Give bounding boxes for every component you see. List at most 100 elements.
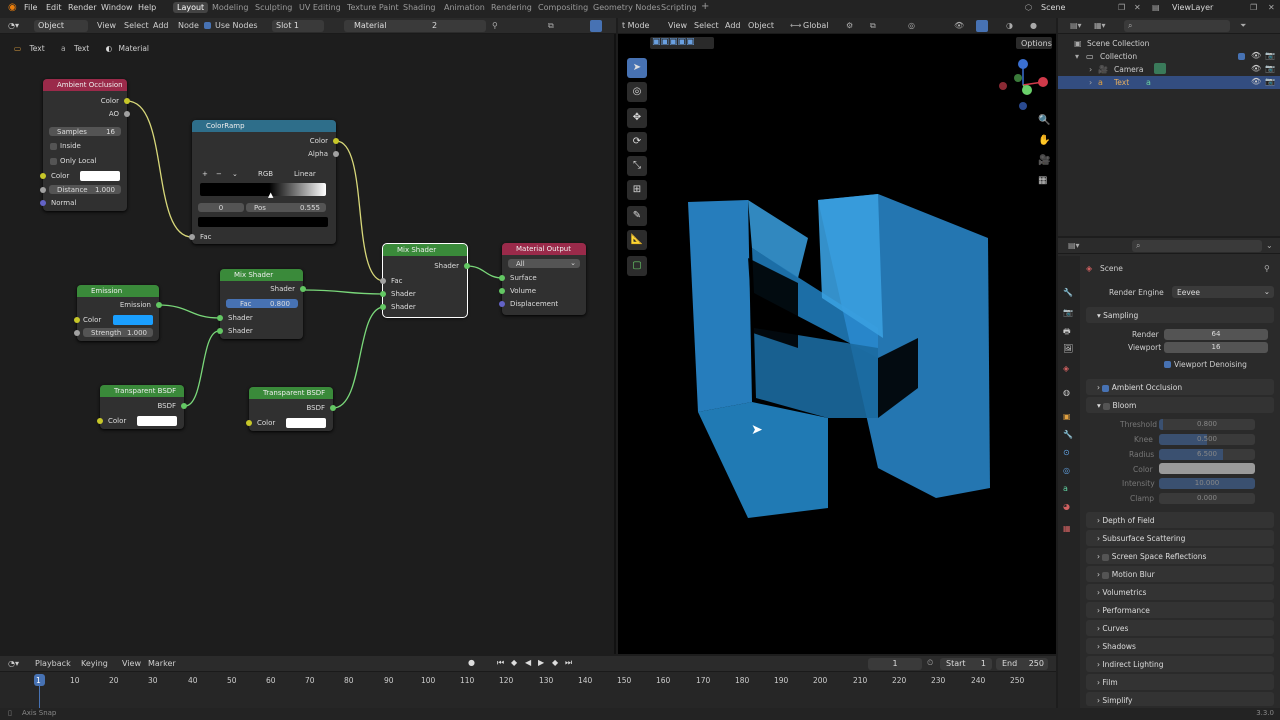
modifier-tab-icon[interactable]: 🔧 xyxy=(1063,430,1073,439)
viewport-samples-field[interactable]: 16 xyxy=(1164,342,1268,353)
panel-subsurface-scattering[interactable]: › Subsurface Scattering xyxy=(1086,530,1274,546)
display-mode-icon[interactable]: ▦▾ xyxy=(1094,21,1106,30)
panel-volumetrics[interactable]: › Volumetrics xyxy=(1086,584,1274,600)
start-frame-field[interactable]: Start 1 xyxy=(940,658,992,670)
data-tab-icon[interactable]: a xyxy=(1063,484,1068,493)
panel-curves[interactable]: › Curves xyxy=(1086,620,1274,636)
timeline-view-menu[interactable]: View xyxy=(122,659,141,668)
knee-field[interactable]: 0.500 xyxy=(1159,434,1255,445)
outliner-item-text[interactable]: Text xyxy=(1114,78,1129,87)
expand-text-icon[interactable]: › xyxy=(1089,78,1092,87)
pin-icon[interactable]: ⚲ xyxy=(1264,264,1270,273)
panel-performance[interactable]: › Performance xyxy=(1086,602,1274,618)
panel-depth-of-field[interactable]: › Depth of Field xyxy=(1086,512,1274,528)
current-frame-field[interactable]: 1 xyxy=(868,658,922,670)
scene-tab-icon[interactable]: ◈ xyxy=(1063,364,1069,373)
delete-view-layer-icon[interactable]: ✕ xyxy=(1268,3,1275,12)
camera-view-icon[interactable]: 🎥 xyxy=(1038,155,1050,169)
color-swatch[interactable] xyxy=(286,418,326,428)
input-shader2-socket[interactable] xyxy=(380,304,386,310)
inside-checkbox[interactable] xyxy=(50,143,57,150)
expand-collection-icon[interactable]: ▾ xyxy=(1075,52,1079,61)
panel-simplify[interactable]: › Simplify xyxy=(1086,692,1274,706)
select-tool-icon[interactable]: ➤ xyxy=(627,58,647,78)
measure-tool-icon[interactable]: 📐 xyxy=(627,230,647,250)
collection-exclude-checkbox[interactable] xyxy=(1238,53,1245,60)
cursor-tool-icon[interactable]: ◎ xyxy=(627,82,647,102)
panel-motion-blur[interactable]: › Motion Blur xyxy=(1086,566,1274,582)
tool-tab-icon[interactable]: 🔧 xyxy=(1063,288,1073,297)
view-layer-name[interactable]: ViewLayer xyxy=(1172,3,1213,12)
ssr-checkbox[interactable] xyxy=(1102,553,1110,561)
output-tab-icon[interactable]: 🖶 xyxy=(1063,326,1071,340)
input-fac-socket[interactable] xyxy=(380,278,386,284)
output-bsdf-socket[interactable] xyxy=(330,405,336,411)
navigation-gizmo[interactable] xyxy=(996,58,1050,112)
menu-object[interactable]: Object xyxy=(748,21,774,30)
text-visibility-icon[interactable]: 👁 xyxy=(1251,77,1261,86)
overlays-icon[interactable]: ◑ xyxy=(1006,21,1013,30)
distance-field[interactable]: Distance 1.000 xyxy=(49,185,121,194)
panel-ambient-occlusion[interactable]: › Ambient Occlusion xyxy=(1086,379,1274,395)
outliner-search-input[interactable]: ⌕ xyxy=(1124,20,1230,32)
properties-editor-icon[interactable]: ▤▾ xyxy=(1068,241,1080,250)
output-bsdf-socket[interactable] xyxy=(181,403,187,409)
input-strength-socket[interactable] xyxy=(74,330,80,336)
3d-viewport[interactable]: t Mode View Select Add Object ⟷ Global ⚙… xyxy=(618,18,1056,654)
world-tab-icon[interactable]: ◍ xyxy=(1063,388,1070,397)
output-alpha-socket[interactable] xyxy=(333,151,339,157)
particles-tab-icon[interactable]: ⊙ xyxy=(1063,448,1070,457)
input-volume-socket[interactable] xyxy=(499,288,505,294)
add-workspace-icon[interactable]: + xyxy=(701,1,709,12)
output-shader-socket[interactable] xyxy=(464,263,470,269)
render-engine-dropdown[interactable]: Eevee ⌄ xyxy=(1172,286,1274,298)
bloom-color-swatch[interactable] xyxy=(1159,463,1255,474)
color-ramp-gradient[interactable] xyxy=(200,183,326,196)
object-tab-icon[interactable]: ▣ xyxy=(1063,412,1071,421)
interpolation-dropdown[interactable]: Linear xyxy=(294,170,316,178)
input-displacement-socket[interactable] xyxy=(499,301,505,307)
render-samples-field[interactable]: 64 xyxy=(1164,329,1268,340)
shading-icon[interactable]: ● xyxy=(1030,21,1037,30)
output-color-socket[interactable] xyxy=(333,138,339,144)
render-tab-icon[interactable]: 📷 xyxy=(1063,308,1073,317)
output-emission-socket[interactable] xyxy=(156,302,162,308)
color-mode-dropdown[interactable]: RGB xyxy=(258,170,273,178)
node-colorramp[interactable]: ColorRamp Color Alpha + − ⌄ RGB Linear ▲… xyxy=(189,120,339,244)
scene-name[interactable]: Scene xyxy=(1041,3,1065,12)
node-transparent-bsdf-1[interactable]: Transparent BSDF BSDF Color xyxy=(97,385,187,429)
panel-screen-space-reflections[interactable]: › Screen Space Reflections xyxy=(1086,548,1274,564)
collection-visibility-icon[interactable]: 👁 xyxy=(1251,51,1261,60)
input-normal-socket[interactable] xyxy=(40,200,46,206)
threshold-field[interactable]: 0.800 xyxy=(1159,419,1255,430)
stop-index-field[interactable]: 0 xyxy=(198,203,244,212)
clamp-field[interactable]: 0.000 xyxy=(1159,493,1255,504)
view-layer-tab-icon[interactable]: 🖼 xyxy=(1063,344,1073,353)
menu-view[interactable]: View xyxy=(668,21,687,30)
proportional-edit-icon[interactable]: ◎ xyxy=(908,21,915,30)
snap-icon[interactable]: ⧉ xyxy=(870,21,876,31)
camera-render-icon[interactable]: 📷 xyxy=(1265,64,1275,73)
panel-shadows[interactable]: › Shadows xyxy=(1086,638,1274,654)
orientation-dropdown[interactable]: Global xyxy=(803,21,829,30)
radius-field[interactable]: 6.500 xyxy=(1159,449,1255,460)
perspective-grid-icon[interactable]: ▦ xyxy=(1038,175,1050,189)
node-mix-shader-2[interactable]: Mix Shader Shader Fac Shader Shader xyxy=(380,243,470,318)
record-icon[interactable]: ● xyxy=(468,658,475,667)
tab-scripting[interactable]: Scripting xyxy=(661,3,697,12)
play-reverse-icon[interactable]: ◀ xyxy=(525,658,531,667)
outliner-editor-icon[interactable]: ▤▾ xyxy=(1070,21,1082,30)
text-object-3d[interactable] xyxy=(678,188,1008,528)
outliner-item-camera[interactable]: Camera xyxy=(1114,65,1143,74)
text-render-icon[interactable]: 📷 xyxy=(1265,77,1275,86)
annotate-tool-icon[interactable]: ✎ xyxy=(627,206,647,226)
texture-tab-icon[interactable]: ▦ xyxy=(1063,524,1071,533)
play-icon[interactable]: ▶ xyxy=(538,658,544,667)
strength-field[interactable]: Strength 1.000 xyxy=(83,328,153,337)
input-shader2-socket[interactable] xyxy=(217,328,223,334)
expand-camera-icon[interactable]: › xyxy=(1089,65,1092,74)
input-surface-socket[interactable] xyxy=(499,275,505,281)
output-shader-socket[interactable] xyxy=(300,286,306,292)
timeline-editor-icon[interactable]: ◔▾ xyxy=(8,659,19,668)
intensity-field[interactable]: 10.000 xyxy=(1159,478,1255,489)
